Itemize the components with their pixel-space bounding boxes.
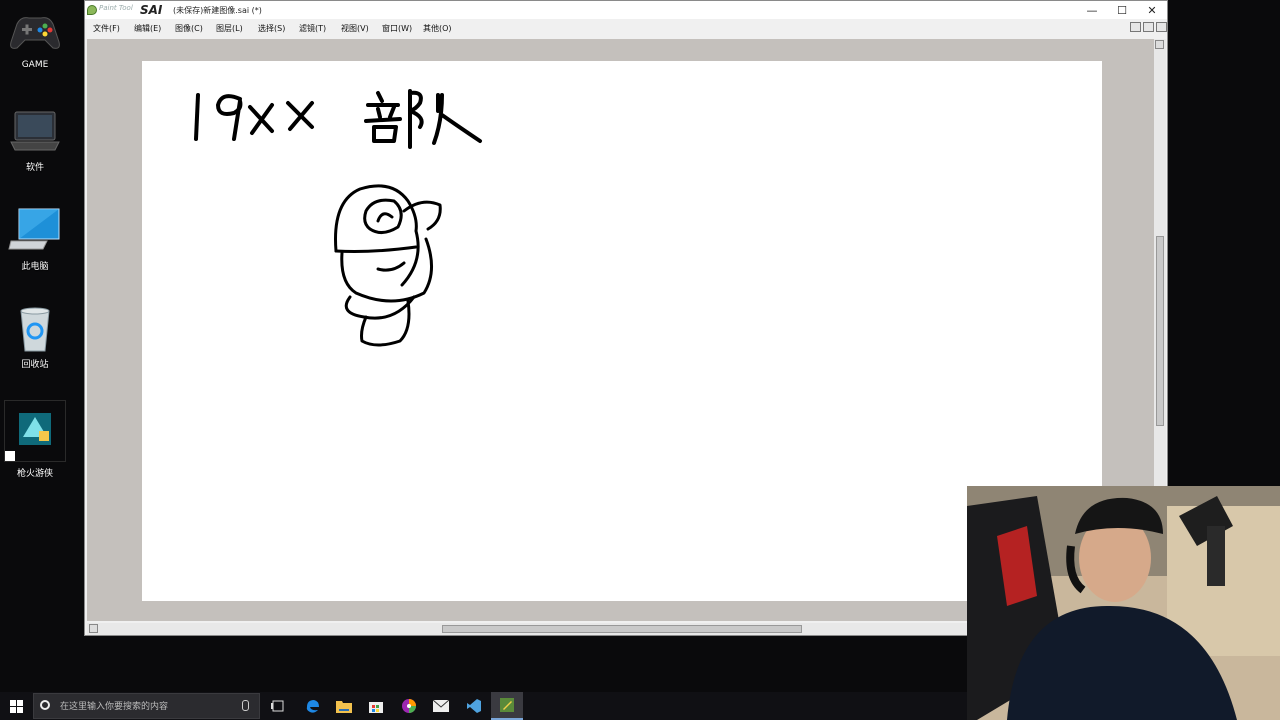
- menu-image[interactable]: 图像(C): [175, 23, 203, 34]
- recycle-bin-icon: [7, 303, 63, 353]
- desktop-icon-game-launcher[interactable]: [4, 400, 66, 462]
- horizontal-scroll-thumb[interactable]: [442, 625, 802, 633]
- shortcut-arrow-icon: [5, 451, 15, 461]
- leaf-icon: [87, 5, 97, 15]
- desktop-icon-label: 枪火游侠: [16, 469, 53, 479]
- menu-file[interactable]: 文件(F): [93, 23, 120, 34]
- webcam-overlay: [967, 486, 1280, 720]
- microphone-icon[interactable]: [242, 700, 249, 711]
- store-icon[interactable]: [360, 692, 392, 720]
- scroll-up-button[interactable]: [1155, 40, 1164, 49]
- desktop-icon-label: GAME: [21, 60, 49, 70]
- titlebar[interactable]: Paint Tool SAI (未保存)新建图像.sai (*) — ☐ ✕: [85, 1, 1167, 19]
- close-button[interactable]: ✕: [1137, 1, 1167, 19]
- app-brand-small: Paint Tool: [99, 4, 133, 12]
- maximize-button[interactable]: ☐: [1107, 1, 1137, 19]
- app-brand: SAI: [140, 3, 163, 17]
- desktop-icon-game[interactable]: GAME: [4, 6, 66, 70]
- menu-edit[interactable]: 编辑(E): [134, 23, 161, 34]
- task-view-icon[interactable]: [262, 692, 294, 720]
- character-sketch: [334, 184, 442, 347]
- sai-logo: Paint Tool SAI: [87, 3, 162, 17]
- gamepad-icon: [7, 6, 63, 56]
- vertical-scroll-thumb[interactable]: [1156, 236, 1164, 426]
- desktop-icon-recycle-bin[interactable]: 回收站: [4, 303, 66, 370]
- sai-app-icon[interactable]: [491, 692, 523, 720]
- visual-studio-icon[interactable]: [458, 692, 490, 720]
- menubar: 文件(F) 编辑(E) 图像(C) 图层(L) 选择(S) 滤镜(T) 视图(V…: [85, 19, 1167, 37]
- computer-icon: [7, 205, 63, 255]
- document-title: (未保存)新建图像.sai (*): [173, 6, 262, 15]
- taskbar-search[interactable]: [33, 693, 260, 719]
- menu-layer[interactable]: 图层(L): [216, 23, 243, 34]
- desktop-icon-this-pc[interactable]: 此电脑: [4, 205, 66, 272]
- menu-select[interactable]: 选择(S): [258, 23, 285, 34]
- canvas-drawing: [194, 89, 482, 347]
- scroll-left-button[interactable]: [89, 624, 98, 633]
- file-explorer-icon[interactable]: [328, 692, 360, 720]
- mdi-close-button[interactable]: [1156, 22, 1167, 32]
- cortana-icon: [40, 700, 50, 710]
- desktop-icon-label: 软件: [25, 163, 44, 173]
- color-app-icon[interactable]: [393, 692, 425, 720]
- canvas-paper[interactable]: [142, 61, 1102, 601]
- taskbar: [0, 692, 967, 720]
- mdi-minimize-button[interactable]: [1130, 22, 1141, 32]
- menu-other[interactable]: 其他(O): [423, 23, 452, 34]
- mdi-restore-button[interactable]: [1143, 22, 1154, 32]
- search-input[interactable]: [58, 698, 237, 716]
- desktop-icon-label: 回收站: [21, 360, 49, 370]
- start-button[interactable]: [0, 692, 32, 720]
- minimize-button[interactable]: —: [1077, 1, 1107, 19]
- mail-icon[interactable]: [425, 692, 457, 720]
- app-shortcut-icon: [15, 411, 55, 449]
- windows-icon: [9, 699, 23, 713]
- edge-icon[interactable]: [296, 692, 328, 720]
- handwritten-title-strokes: [194, 89, 482, 149]
- desktop-icon-label: 此电脑: [21, 262, 49, 272]
- menu-window[interactable]: 窗口(W): [382, 23, 412, 34]
- desktop-icon-software[interactable]: 软件: [4, 106, 66, 173]
- menu-view[interactable]: 视图(V): [341, 23, 369, 34]
- menu-filter[interactable]: 滤镜(T): [299, 23, 326, 34]
- laptop-icon: [7, 106, 63, 156]
